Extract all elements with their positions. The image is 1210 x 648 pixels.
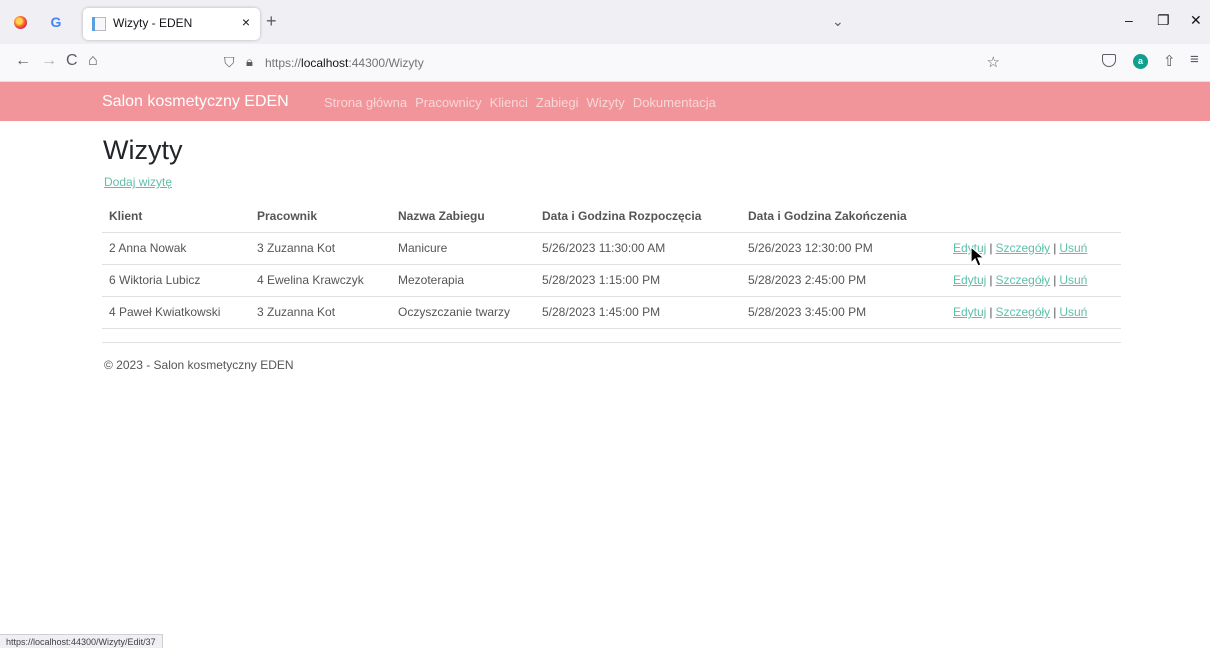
edit-link[interactable]: Edytuj (953, 305, 986, 319)
header-treatment: Nazwa Zabiegu (391, 200, 535, 233)
nav-link-employees[interactable]: Pracownicy (415, 95, 481, 110)
add-visit-link[interactable]: Dodaj wizytę (104, 175, 172, 189)
cell-treatment: Oczyszczanie twarzy (391, 296, 535, 329)
mouse-pointer-icon (970, 246, 986, 267)
site-nav-links: Strona główna Pracownicy Klienci Zabiegi… (324, 95, 716, 110)
nav-link-documentation[interactable]: Dokumentacja (633, 95, 716, 110)
separator: | (1053, 241, 1057, 255)
separator: | (1053, 273, 1057, 287)
details-link[interactable]: Szczegóły (995, 305, 1050, 319)
delete-link[interactable]: Usuń (1059, 241, 1087, 255)
page-favicon-icon (92, 17, 106, 31)
cell-start: 5/26/2023 11:30:00 AM (535, 232, 741, 265)
cell-end: 5/28/2023 2:45:00 PM (741, 264, 946, 297)
status-bar-url: https://localhost:44300/Wizyty/Edit/37 (0, 634, 163, 648)
separator: | (1053, 305, 1057, 319)
cell-actions: Edytuj | Szczegóły | Usuń (946, 264, 1121, 297)
lock-icon[interactable]: 🔒︎ (246, 54, 253, 70)
header-employee: Pracownik (250, 200, 391, 233)
list-tabs-chevron-icon[interactable]: ⌄ (832, 13, 844, 30)
tab-close-icon[interactable]: × (242, 14, 250, 30)
cell-client: 4 Paweł Kwiatkowski (102, 296, 250, 329)
minimize-button[interactable]: – (1125, 12, 1133, 28)
home-icon[interactable]: ⌂ (88, 52, 98, 70)
google-icon[interactable]: G (46, 12, 66, 32)
share-icon[interactable]: ⇧ (1163, 52, 1176, 70)
visits-table: Klient Pracownik Nazwa Zabiegu Data i Go… (102, 200, 1121, 329)
delete-link[interactable]: Usuń (1059, 273, 1087, 287)
browser-nav-bar: ← → C ⌂ ⛉ 🔒︎ https://localhost:44300/Wiz… (0, 44, 1210, 82)
site-brand-link[interactable]: Salon kosmetyczny EDEN (102, 93, 289, 111)
delete-link[interactable]: Usuń (1059, 305, 1087, 319)
url-path: :44300/Wizyty (348, 56, 424, 70)
edit-link[interactable]: Edytuj (953, 273, 986, 287)
new-tab-button[interactable]: + (266, 11, 277, 32)
cell-employee: 4 Ewelina Krawczyk (250, 264, 391, 297)
cell-treatment: Mezoterapia (391, 264, 535, 297)
url-text[interactable]: https://localhost:44300/Wizyty (265, 56, 424, 70)
firefox-icon[interactable] (10, 12, 30, 32)
cell-end: 5/28/2023 3:45:00 PM (741, 296, 946, 329)
browser-tab-active[interactable]: Wizyty - EDEN × (83, 8, 260, 40)
nav-link-visits[interactable]: Wizyty (587, 95, 625, 110)
page-title: Wizyty (103, 135, 183, 165)
table-header-row: Klient Pracownik Nazwa Zabiegu Data i Go… (102, 200, 1121, 233)
restore-button[interactable]: ❐ (1157, 12, 1170, 29)
browser-tab-bar: G Wizyty - EDEN × + ⌄ – ❐ ✕ (0, 0, 1210, 44)
header-actions (946, 200, 1121, 233)
cell-client: 2 Anna Nowak (102, 232, 250, 265)
forward-arrow-icon[interactable]: → (41, 52, 57, 70)
cell-actions: Edytuj | Szczegóły | Usuń (946, 296, 1121, 329)
table-row: 4 Paweł Kwiatkowski 3 Zuzanna Kot Oczysz… (102, 296, 1121, 329)
back-arrow-icon[interactable]: ← (15, 52, 31, 70)
table-row: 2 Anna Nowak 3 Zuzanna Kot Manicure 5/26… (102, 232, 1121, 265)
cell-start: 5/28/2023 1:15:00 PM (535, 264, 741, 297)
cell-employee: 3 Zuzanna Kot (250, 232, 391, 265)
tab-title: Wizyty - EDEN (113, 16, 193, 30)
tracking-shield-icon[interactable]: ⛉ (224, 54, 235, 71)
cell-treatment: Manicure (391, 232, 535, 265)
header-client: Klient (102, 200, 250, 233)
cell-employee: 3 Zuzanna Kot (250, 296, 391, 329)
footer-copyright: © 2023 - Salon kosmetyczny EDEN (104, 358, 294, 372)
hamburger-menu-icon[interactable]: ≡ (1190, 51, 1199, 68)
footer-divider (102, 342, 1121, 343)
reload-icon[interactable]: C (66, 52, 78, 70)
header-start: Data i Godzina Rozpoczęcia (535, 200, 741, 233)
bookmark-star-icon[interactable]: ☆ (987, 53, 1000, 71)
cell-client: 6 Wiktoria Lubicz (102, 264, 250, 297)
details-link[interactable]: Szczegóły (995, 241, 1050, 255)
nav-link-treatments[interactable]: Zabiegi (536, 95, 579, 110)
close-window-button[interactable]: ✕ (1190, 12, 1202, 29)
url-bar[interactable]: ⛉ 🔒︎ https://localhost:44300/Wizyty ☆ (214, 49, 1006, 77)
table-row: 6 Wiktoria Lubicz 4 Ewelina Krawczyk Mez… (102, 264, 1121, 297)
nav-link-home[interactable]: Strona główna (324, 95, 407, 110)
nav-link-clients[interactable]: Klienci (490, 95, 528, 110)
header-end: Data i Godzina Zakończenia (741, 200, 946, 233)
site-navbar: Salon kosmetyczny EDEN Strona główna Pra… (0, 82, 1210, 121)
cell-end: 5/26/2023 12:30:00 PM (741, 232, 946, 265)
extension-icon[interactable]: a (1133, 54, 1148, 69)
cell-start: 5/28/2023 1:45:00 PM (535, 296, 741, 329)
pocket-icon[interactable] (1102, 54, 1116, 67)
url-prefix: https:// (265, 56, 302, 70)
url-host: localhost (301, 56, 349, 70)
details-link[interactable]: Szczegóły (995, 273, 1050, 287)
